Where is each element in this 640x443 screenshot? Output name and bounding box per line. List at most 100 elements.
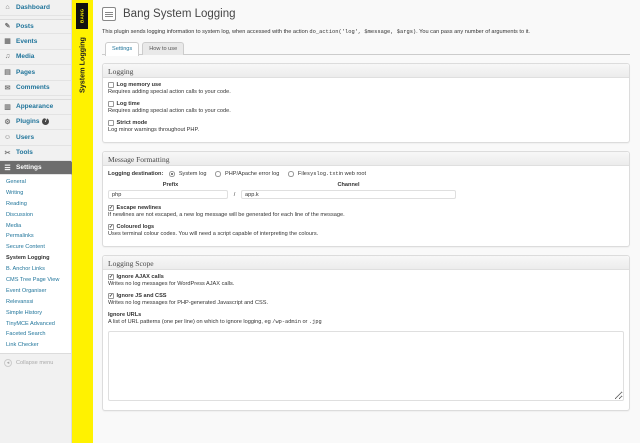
plugin-brand-bar: BANG System Logging xyxy=(72,0,93,443)
collapse-menu-button[interactable]: ◂ Collapse menu xyxy=(0,354,71,368)
channel-input[interactable] xyxy=(241,190,456,199)
file-name-code: syslog.txt xyxy=(306,171,339,177)
menu-dashboard[interactable]: ⌂ Dashboard xyxy=(0,0,71,16)
option-description: A list of URL patterns (one per line) on… xyxy=(108,319,624,327)
radio-php-log[interactable]: PHP/Apache error log xyxy=(215,171,279,177)
coloured-logs-checkbox[interactable]: ✓ xyxy=(108,224,114,230)
menu-tools[interactable]: ✂ Tools xyxy=(0,146,71,161)
option-label: Strict mode xyxy=(116,120,148,126)
menu-media[interactable]: ♫ Media xyxy=(0,50,71,65)
submenu-link-checker[interactable]: Link Checker xyxy=(0,340,71,351)
option-log-time: Log time Requires adding special action … xyxy=(108,100,624,116)
settings-page-icon xyxy=(102,7,116,21)
radio-label: System log xyxy=(178,171,207,177)
submenu-reading[interactable]: Reading xyxy=(0,199,71,210)
radio-label: File xyxy=(297,171,307,177)
calendar-icon: ▦ xyxy=(4,38,11,46)
submenu-event-organiser[interactable]: Event Organiser xyxy=(0,286,71,297)
menu-label: Pages xyxy=(16,68,36,76)
radio-file[interactable]: File syslog.txt in web root xyxy=(288,171,366,177)
settings-icon: ☰ xyxy=(4,164,11,172)
option-label: Log time xyxy=(116,101,140,107)
radio-button[interactable] xyxy=(288,171,294,177)
log-memory-checkbox[interactable] xyxy=(108,82,114,88)
radio-system-log[interactable]: System log xyxy=(169,171,206,177)
option-description: If newlines are not escaped, a new log m… xyxy=(108,212,345,218)
collapse-arrow-icon: ◂ xyxy=(4,359,12,368)
menu-label: Posts xyxy=(16,22,34,30)
prefix-input[interactable] xyxy=(108,190,228,199)
menu-events[interactable]: ▦ Events xyxy=(0,34,71,50)
settings-submenu: General Writing Reading Discussion Media… xyxy=(0,175,71,355)
prefix-channel-headers: Prefix Channel xyxy=(108,182,624,190)
submenu-secure-content[interactable]: Secure Content xyxy=(0,242,71,253)
menu-posts[interactable]: ✎ Posts xyxy=(0,18,71,34)
submenu-cms-tree[interactable]: CMS Tree Page View xyxy=(0,275,71,286)
submenu-anchor-links[interactable]: B. Anchor Links xyxy=(0,264,71,275)
menu-label: Tools xyxy=(16,149,33,157)
escape-newlines-checkbox[interactable]: ✓ xyxy=(108,205,114,211)
collapse-label: Collapse menu xyxy=(16,360,54,367)
radio-button[interactable] xyxy=(215,171,221,177)
desc-part: or xyxy=(300,319,309,325)
radio-label: in web root xyxy=(338,171,367,177)
menu-appearance[interactable]: ▥ Appearance xyxy=(0,99,71,115)
bang-logo: BANG xyxy=(76,3,88,29)
intro-text: This plugin sends logging information to… xyxy=(102,29,630,38)
settings-tabs: Settings How to use xyxy=(102,42,630,56)
menu-plugins[interactable]: ⚙ Plugins 7 xyxy=(0,115,71,130)
strict-mode-checkbox[interactable] xyxy=(108,120,114,126)
prefix-header: Prefix xyxy=(162,182,179,188)
media-icon: ♫ xyxy=(4,53,11,61)
submenu-faceted-search[interactable]: Faceted Search xyxy=(0,329,71,340)
option-description: Log minor warnings throughout PHP. xyxy=(108,127,200,133)
submenu-system-logging[interactable]: System Logging xyxy=(0,253,71,264)
plugins-update-badge: 7 xyxy=(42,118,50,126)
submenu-media[interactable]: Media xyxy=(0,221,71,232)
radio-button-selected[interactable] xyxy=(169,171,175,177)
dashboard-icon: ⌂ xyxy=(5,3,10,11)
scope-box-title: Logging Scope xyxy=(103,256,629,270)
plugin-vertical-title: System Logging xyxy=(77,37,87,93)
menu-users[interactable]: ☺ Users xyxy=(0,130,71,146)
menu-label: Plugins xyxy=(16,118,40,126)
users-icon: ☺ xyxy=(3,133,12,141)
submenu-writing[interactable]: Writing xyxy=(0,188,71,199)
page-icon: ▤ xyxy=(4,69,11,77)
log-time-checkbox[interactable] xyxy=(108,101,114,107)
tab-how-to-use[interactable]: How to use xyxy=(142,42,185,55)
menu-comments[interactable]: ✉ Comments xyxy=(0,81,71,96)
menu-pages[interactable]: ▤ Pages xyxy=(0,65,71,81)
logging-box-title: Logging xyxy=(103,64,629,78)
submenu-relevanssi[interactable]: Relevanssi xyxy=(0,297,71,308)
option-escape-newlines: ✓ Escape newlines If newlines are not esc… xyxy=(108,204,624,220)
submenu-general[interactable]: General xyxy=(0,177,71,188)
option-label: Log memory use xyxy=(116,82,162,88)
option-description: Uses terminal colour codes. You will nee… xyxy=(108,231,319,237)
option-log-memory: Log memory use Requires adding special a… xyxy=(108,81,624,97)
intro-code: do_action('log', $message, $args) xyxy=(309,29,417,35)
submenu-tinymce[interactable]: TinyMCE Advanced xyxy=(0,319,71,330)
menu-settings[interactable]: ☰ Settings xyxy=(0,161,76,175)
option-ignore-ajax: ✓ Ignore AJAX calls Writes no log message… xyxy=(108,273,624,289)
comment-icon: ✉ xyxy=(4,84,11,92)
ignore-js-css-checkbox[interactable]: ✓ xyxy=(108,293,114,299)
option-label: Ignore URLs xyxy=(108,312,142,318)
submenu-discussion[interactable]: Discussion xyxy=(0,210,71,221)
ignore-ajax-checkbox[interactable]: ✓ xyxy=(108,274,114,280)
tab-settings[interactable]: Settings xyxy=(105,42,140,56)
menu-label: Media xyxy=(16,53,35,61)
submenu-permalinks[interactable]: Permalinks xyxy=(0,231,71,242)
ignore-urls-textarea[interactable] xyxy=(108,331,624,401)
menu-label: Events xyxy=(16,37,38,45)
channel-header: Channel xyxy=(337,182,360,188)
submenu-simple-history[interactable]: Simple History xyxy=(0,308,71,319)
menu-label: Users xyxy=(16,133,35,141)
option-ignore-js-css: ✓ Ignore JS and CSS Writes no log message… xyxy=(108,292,624,308)
page-header: Bang System Logging xyxy=(102,0,630,24)
intro-part: . You can pass any number of arguments t… xyxy=(416,29,530,35)
appearance-icon: ▥ xyxy=(4,103,11,111)
intro-part: This plugin sends logging information to… xyxy=(102,29,310,35)
option-label: Ignore JS and CSS xyxy=(116,293,167,299)
menu-label: Settings xyxy=(16,164,42,171)
